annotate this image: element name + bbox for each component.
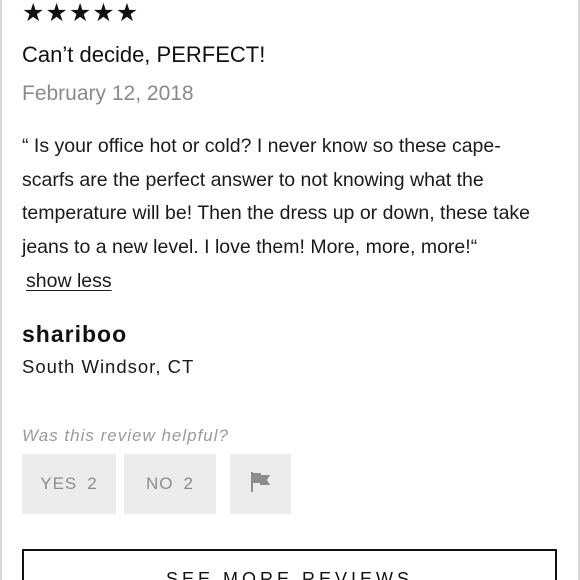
review-body: “ Is your office hot or cold? I never kn… bbox=[22, 135, 531, 258]
yes-vote-button[interactable]: YES 2 bbox=[22, 454, 116, 514]
show-less-link[interactable]: show less bbox=[26, 266, 112, 296]
no-label: NO bbox=[146, 474, 174, 493]
review-panel: ★ ★ ★ ★ ★ Can’t decide, PERFECT! Februar… bbox=[0, 0, 580, 580]
no-vote-button[interactable]: NO 2 bbox=[124, 454, 216, 514]
reviewer-location: South Windsor, CT bbox=[22, 356, 195, 377]
star-icon: ★ bbox=[68, 0, 92, 27]
star-icon: ★ bbox=[22, 0, 45, 27]
review-date: February 12, 2018 bbox=[22, 82, 194, 105]
star-icon: ★ bbox=[45, 0, 68, 27]
yes-count: 2 bbox=[87, 474, 98, 493]
star-rating: ★ ★ ★ ★ ★ bbox=[22, 0, 138, 27]
left-divider bbox=[0, 0, 2, 580]
no-count: 2 bbox=[183, 474, 194, 493]
helpful-question: Was this review helpful? bbox=[22, 426, 229, 445]
see-more-label: SEE MORE REVIEWS bbox=[165, 569, 414, 580]
flag-icon bbox=[249, 470, 273, 499]
report-button[interactable] bbox=[230, 454, 291, 514]
star-icon: ★ bbox=[115, 0, 139, 27]
star-icon: ★ bbox=[92, 0, 115, 27]
yes-label: YES bbox=[40, 474, 78, 493]
reviewer-name: shariboo bbox=[22, 321, 128, 347]
review-title: Can’t decide, PERFECT! bbox=[22, 42, 266, 67]
see-more-reviews-button[interactable]: SEE MORE REVIEWS bbox=[22, 549, 557, 580]
